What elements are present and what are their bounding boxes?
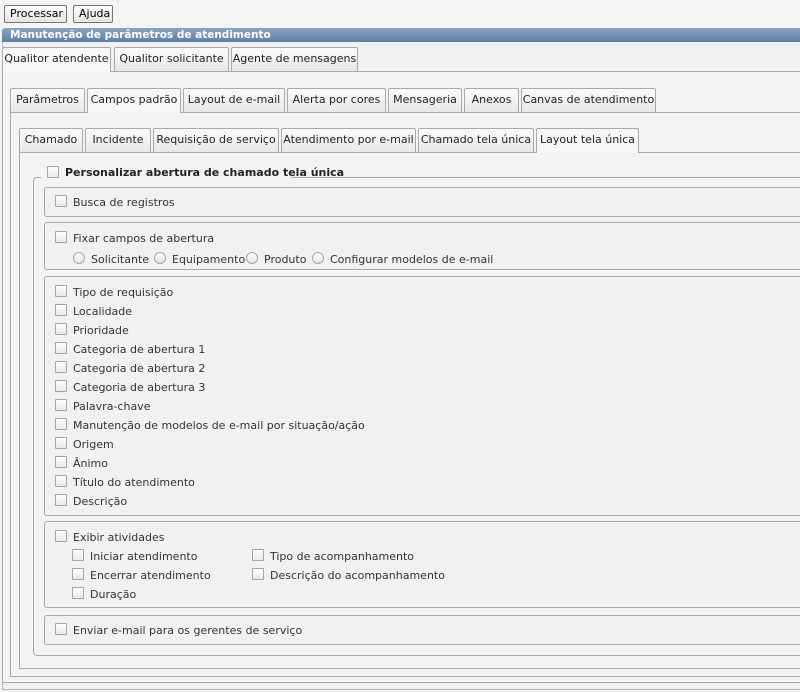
field-checkbox[interactable] (55, 475, 67, 487)
field-label: Categoria de abertura 3 (73, 381, 206, 394)
field-checkbox[interactable] (55, 437, 67, 449)
tab-chamado[interactable]: Chamado (19, 128, 83, 152)
activity-start-checkbox[interactable] (72, 549, 84, 561)
field-label: Origem (73, 438, 114, 451)
tab-layout-email[interactable]: Layout de e-mail (183, 88, 285, 112)
activity-duration-label: Duração (90, 588, 137, 601)
fix-fields-checkbox[interactable] (55, 231, 67, 243)
activity-type-checkbox[interactable] (252, 549, 264, 561)
process-button[interactable]: Processar (4, 5, 67, 23)
tab-requisicao-servico[interactable]: Requisição de serviço (153, 128, 279, 152)
fix-fields-label: Fixar campos de abertura (73, 232, 215, 245)
radio-solicitante-label: Solicitante (91, 253, 150, 266)
activity-end-checkbox[interactable] (72, 568, 84, 580)
field-checkbox[interactable] (55, 399, 67, 411)
tab-parametros[interactable]: Parâmetros (10, 88, 85, 112)
personalize-checkbox[interactable] (47, 166, 59, 178)
personalize-label: Personalizar abertura de chamado tela ún… (65, 166, 345, 179)
field-label: Prioridade (73, 324, 129, 337)
tab-alerta-cores[interactable]: Alerta por cores (287, 88, 386, 112)
radio-produto[interactable] (246, 252, 258, 264)
field-label: Ânimo (73, 457, 108, 470)
search-checkbox[interactable] (55, 195, 67, 207)
tab-qualitor-atendente[interactable]: Qualitor atendente (2, 47, 111, 72)
email-managers-label: Enviar e-mail para os gerentes de serviç… (73, 624, 303, 637)
panel-title: Manutenção de parâmetros de atendimento (2, 28, 800, 42)
radio-solicitante[interactable] (73, 252, 85, 264)
tab-atendimento-email[interactable]: Atendimento por e-mail (281, 128, 416, 152)
field-label: Descrição (73, 495, 128, 508)
tab-agente-mensagens[interactable]: Agente de mensagens (231, 47, 358, 71)
field-checkbox[interactable] (55, 380, 67, 392)
field-checkbox[interactable] (55, 323, 67, 335)
field-label: Título do atendimento (73, 476, 195, 489)
activity-description-label: Descrição do acompanhamento (270, 569, 445, 582)
activity-start-label: Iniciar atendimento (90, 550, 198, 563)
tab-campos-padrao[interactable]: Campos padrão (87, 88, 181, 113)
tab-anexos[interactable]: Anexos (464, 88, 519, 112)
field-label: Categoria de abertura 1 (73, 343, 206, 356)
field-checkbox[interactable] (55, 304, 67, 316)
field-checkbox[interactable] (55, 361, 67, 373)
field-label: Tipo de requisição (73, 286, 174, 299)
field-checkbox[interactable] (55, 494, 67, 506)
activities-label: Exibir atividades (73, 531, 165, 544)
activities-checkbox[interactable] (55, 530, 67, 542)
email-managers-checkbox[interactable] (55, 623, 67, 635)
field-label: Categoria de abertura 2 (73, 362, 206, 375)
activity-description-checkbox[interactable] (252, 568, 264, 580)
tab-qualitor-solicitante[interactable]: Qualitor solicitante (114, 47, 229, 71)
field-checkbox[interactable] (55, 342, 67, 354)
tab-mensageria[interactable]: Mensageria (388, 88, 462, 112)
tab-layout-tela-unica[interactable]: Layout tela única (536, 128, 639, 153)
field-label: Palavra-chave (73, 400, 151, 413)
field-label: Localidade (73, 305, 133, 318)
tab-canvas-atendimento[interactable]: Canvas de atendimento (521, 88, 656, 112)
field-checkbox[interactable] (55, 418, 67, 430)
radio-produto-label: Produto (264, 253, 307, 266)
activity-duration-checkbox[interactable] (72, 587, 84, 599)
search-label: Busca de registros (73, 196, 175, 209)
help-button[interactable]: Ajuda (73, 5, 113, 23)
activity-end-label: Encerrar atendimento (90, 569, 211, 582)
radio-equipamento[interactable] (154, 252, 166, 264)
activity-type-label: Tipo de acompanhamento (270, 550, 415, 563)
radio-configurar-modelos-label: Configurar modelos de e-mail (330, 253, 494, 266)
field-checkbox[interactable] (55, 456, 67, 468)
field-checkbox[interactable] (55, 285, 67, 297)
radio-equipamento-label: Equipamento (172, 253, 246, 266)
field-label: Manutenção de modelos de e-mail por situ… (73, 419, 365, 432)
tab-chamado-tela-unica[interactable]: Chamado tela única (418, 128, 534, 152)
radio-configurar-modelos[interactable] (312, 252, 324, 264)
tab-incidente[interactable]: Incidente (85, 128, 151, 152)
